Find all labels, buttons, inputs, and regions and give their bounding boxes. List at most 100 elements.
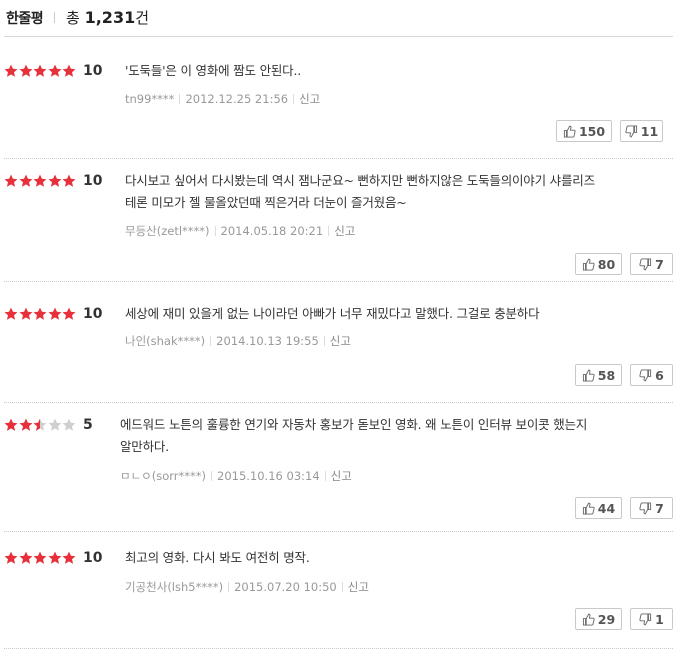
like-count: 44 [597, 500, 616, 516]
thumbs-down-icon [639, 368, 652, 381]
review-meta: ㅁㄴㅇ(sorr****) 2015.10.16 03:14 신고 [120, 468, 352, 484]
star-icon [33, 551, 47, 564]
star-icon [48, 64, 62, 77]
section-title: 한줄평 [6, 11, 44, 27]
star-icon [4, 64, 18, 77]
dislike-count: 6 [655, 367, 664, 383]
review-author[interactable]: 나인(shak****) [125, 334, 205, 348]
report-link[interactable]: 신고 [331, 469, 352, 483]
review-header: 한줄평 총 1,231건 [4, 0, 673, 37]
like-button[interactable]: 29 [575, 608, 622, 630]
review-text: 최고의 영화. 다시 봐도 여전히 명작. [125, 547, 310, 569]
review-date: 2015.10.16 03:14 [217, 469, 320, 483]
star-icon [19, 307, 32, 320]
report-link[interactable]: 신고 [299, 92, 320, 106]
review-author[interactable]: 기공천사(lsh5****) [125, 580, 223, 594]
total-prefix: 총 [66, 9, 80, 27]
total-count: 총 1,231건 [66, 7, 149, 28]
star-icon [4, 174, 18, 187]
star-icon [19, 418, 32, 431]
star-icon [62, 418, 76, 431]
star-icon [62, 174, 76, 187]
like-count: 80 [597, 256, 616, 272]
star-icon [33, 174, 47, 187]
meta-divider [341, 582, 343, 592]
star-icon [4, 551, 18, 564]
dislike-button[interactable]: 11 [620, 120, 663, 142]
review-item: 10 '도둑들'은 이 영화에 짬도 안된다.. tn99**** 2012.12.2… [4, 37, 673, 159]
star-icon [4, 307, 18, 320]
thumbs-up-icon [563, 125, 576, 138]
like-button[interactable]: 80 [575, 253, 622, 275]
meta-divider [214, 226, 216, 236]
meta-divider [179, 94, 181, 104]
review-author[interactable]: 무등산(zetl****) [125, 224, 210, 238]
rating-score: 5 [83, 417, 93, 433]
review-author[interactable]: tn99**** [125, 92, 174, 106]
dislike-button[interactable]: 1 [630, 608, 673, 630]
like-count: 29 [597, 611, 616, 627]
review-item: 10 다시보고 싶어서 다시봤는데 역시 잼나군요~ 뻔하지만 뻔하지않은 도둑들… [4, 158, 673, 282]
total-suffix: 건 [135, 9, 150, 27]
thumbs-down-icon [639, 257, 652, 270]
thumbs-down-icon [625, 124, 637, 137]
review-date: 2012.12.25 21:56 [185, 92, 289, 106]
star-icon [33, 418, 47, 431]
review-text-line: 에드워드 노튼의 훌륭한 연기와 자동차 홍보가 돋보인 영화. 왜 노튼이 인… [120, 417, 588, 432]
total-number: 1,231 [84, 8, 136, 27]
review-text-line: '도둑들'은 이 영화에 짬도 안된다.. [125, 63, 302, 78]
meta-divider [324, 471, 326, 481]
review-date: 2015.07.20 10:50 [234, 580, 337, 594]
meta-divider [293, 94, 295, 104]
star-icon [4, 418, 18, 431]
star-icon [33, 307, 47, 320]
star-icon [48, 174, 62, 187]
review-meta: 기공천사(lsh5****) 2015.07.20 10:50 신고 [125, 579, 369, 595]
meta-divider [323, 336, 325, 346]
thumbs-up-icon [582, 502, 595, 515]
review-author[interactable]: ㅁㄴㅇ(sorr****) [120, 469, 206, 483]
like-count: 150 [578, 123, 606, 139]
review-text: '도둑들'은 이 영화에 짬도 안된다.. [125, 60, 301, 82]
report-link[interactable]: 신고 [348, 580, 369, 594]
review-item: 10 세상에 재미 있을게 없는 나이라던 아빠가 너무 재밌다고 말했다. 그걸… [4, 281, 673, 403]
meta-divider [210, 336, 212, 346]
thumbs-down-icon [639, 501, 652, 514]
report-link[interactable]: 신고 [330, 334, 351, 348]
star-icon [48, 418, 62, 431]
star-icon [48, 307, 62, 320]
like-button[interactable]: 150 [556, 120, 612, 142]
star-icon [19, 64, 32, 77]
dislike-button[interactable]: 6 [630, 364, 673, 386]
like-count: 58 [597, 367, 616, 383]
meta-divider [328, 226, 330, 236]
review-text-line: 세상에 재미 있을게 없는 나이라던 아빠가 너무 재밌다고 말했다. 그걸로 … [125, 306, 540, 321]
review-text: 에드워드 노튼의 훌륭한 연기와 자동차 홍보가 돋보인 영화. 왜 노튼이 인… [120, 414, 587, 458]
rating-score: 10 [83, 63, 103, 79]
dislike-count: 7 [655, 500, 664, 516]
star-icon [33, 64, 47, 77]
dislike-button[interactable]: 7 [630, 253, 673, 275]
review-item: 10 최고의 영화. 다시 봐도 여전히 명작. 기공천사(lsh5****) 201… [4, 531, 673, 649]
star-icon [62, 64, 76, 77]
thumbs-up-icon [582, 258, 595, 271]
review-meta: tn99**** 2012.12.25 21:56 신고 [125, 91, 320, 107]
thumbs-up-icon [582, 369, 595, 382]
review-date: 2014.05.18 20:21 [220, 224, 324, 238]
dislike-button[interactable]: 7 [630, 497, 673, 519]
review-date: 2014.10.13 19:55 [216, 334, 319, 348]
star-icon [62, 551, 76, 564]
review-text-line: 최고의 영화. 다시 봐도 여전히 명작. [125, 550, 310, 565]
review-meta: 나인(shak****) 2014.10.13 19:55 신고 [125, 333, 351, 349]
star-icon [62, 307, 76, 320]
like-button[interactable]: 58 [575, 364, 622, 386]
like-button[interactable]: 44 [575, 497, 622, 519]
review-text-line: 테론 미모가 젤 물올았던때 찍은거라 더눈이 즐거웠음~ [125, 195, 407, 210]
rating-score: 10 [83, 306, 103, 322]
meta-divider [211, 471, 212, 481]
thumbs-down-icon [639, 612, 652, 625]
star-icon [19, 174, 32, 187]
report-link[interactable]: 신고 [334, 224, 355, 238]
dislike-count: 11 [640, 123, 659, 139]
rating-score: 10 [83, 173, 103, 189]
